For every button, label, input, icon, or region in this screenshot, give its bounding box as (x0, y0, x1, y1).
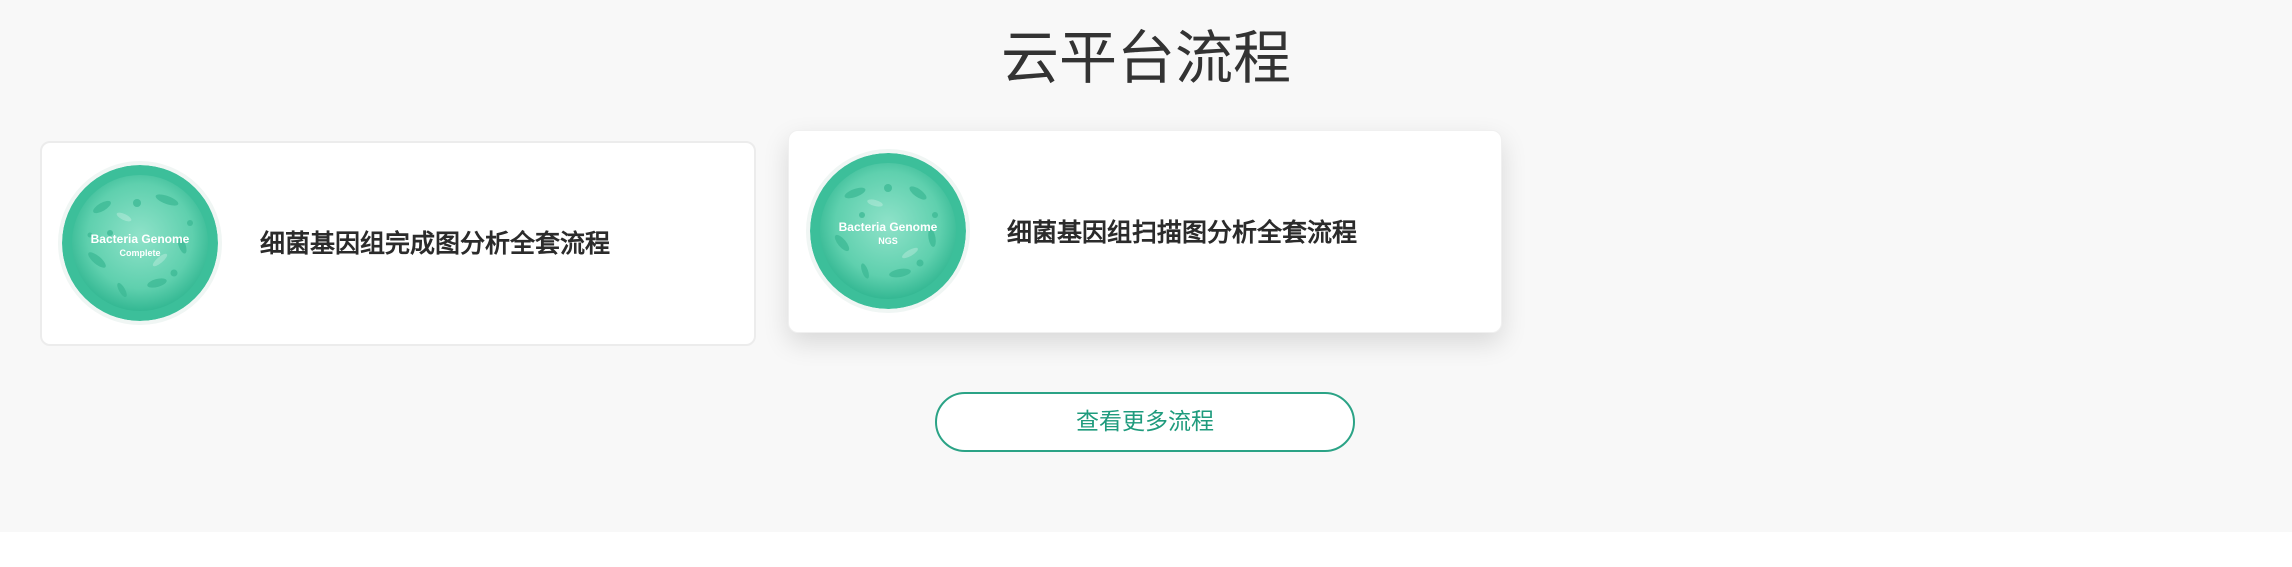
bacteria-petri-dish-icon: Bacteria Genome NGS (806, 149, 970, 313)
workflow-card-label: 细菌基因组完成图分析全套流程 (260, 229, 611, 258)
page-title: 云平台流程 (1000, 24, 1291, 92)
workflow-card-bacteria-genome-ngs[interactable]: Bacteria Genome NGS 细菌基因组扫描图分析全套流程 (788, 130, 1502, 333)
workflow-card-bacteria-genome-complete[interactable]: Bacteria Genome Complete 细菌基因组完成图分析全套流程 (40, 141, 756, 346)
thumb-title-text: Bacteria Genome (91, 232, 190, 246)
thumb-title-text: Bacteria Genome (839, 220, 938, 234)
workflow-card-label: 细菌基因组扫描图分析全套流程 (1007, 218, 1358, 247)
thumb-subtitle-text: Complete (119, 248, 160, 258)
view-more-workflows-button[interactable]: 查看更多流程 (935, 392, 1355, 452)
bacteria-petri-dish-icon: Bacteria Genome Complete (58, 161, 222, 325)
thumb-subtitle-text: NGS (878, 236, 898, 246)
